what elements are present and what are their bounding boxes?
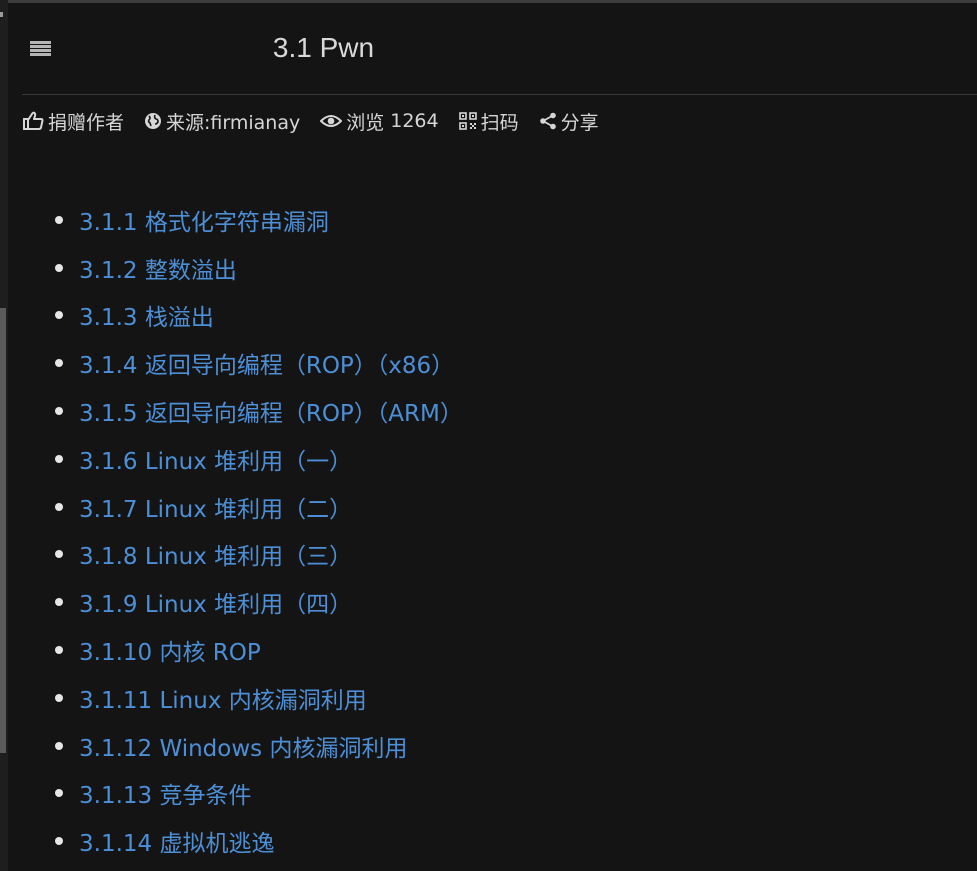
globe-icon [145, 113, 162, 129]
list-item: 3.1.2 整数溢出 [0, 244, 977, 292]
bullet [55, 215, 63, 224]
toc-link[interactable]: 3.1.7 Linux 堆利用（二） [79, 490, 352, 524]
toc-link[interactable]: 3.1.2 整数溢出 [79, 251, 237, 285]
donate-button[interactable]: 捐赠作者 [22, 108, 124, 135]
source-link[interactable]: 来源:firmianay [144, 108, 300, 135]
toc-link[interactable]: 3.1.9 Linux 堆利用（四） [79, 585, 352, 619]
list-item: 3.1.1 格式化字符串漏洞 [0, 196, 977, 244]
list-item: 3.1.6 Linux 堆利用（一） [0, 435, 977, 483]
source-label: 来源:firmianay [166, 111, 301, 134]
list-item: 3.1.4 返回导向编程（ROP）（x86） [0, 339, 977, 387]
qrcode-icon [458, 112, 477, 130]
bullet [55, 646, 63, 655]
bullet [55, 454, 63, 463]
list-item: 3.1.8 Linux 堆利用（三） [0, 531, 977, 579]
toc-link[interactable]: 3.1.6 Linux 堆利用（一） [79, 442, 352, 476]
toc-link[interactable]: 3.1.11 Linux 内核漏洞利用 [79, 681, 367, 715]
list-item: 3.1.12 Windows 内核漏洞利用 [0, 722, 977, 770]
bullet [55, 311, 63, 320]
meta-bar: 捐赠作者 来源:firmianay 浏览 1264 扫码 分享 [22, 106, 619, 136]
qrcode-button[interactable]: 扫码 [458, 108, 519, 135]
bullet [55, 550, 63, 559]
page: 3.1 Pwn 捐赠作者 来源:firmianay 浏览 1264 扫码 分享 … [0, 0, 977, 871]
list-item: 3.1.13 竞争条件 [0, 770, 977, 818]
toc-link[interactable]: 3.1.10 内核 ROP [79, 633, 261, 667]
scrollbar-tick [0, 12, 3, 17]
list-item: 3.1.11 Linux 内核漏洞利用 [0, 674, 977, 722]
list-item: 3.1.5 返回导向编程（ROP）（ARM） [0, 387, 977, 435]
toc-link[interactable]: 3.1.3 栈溢出 [79, 298, 214, 332]
bullet [55, 837, 63, 846]
bullet [55, 359, 63, 368]
share-label: 分享 [560, 111, 599, 134]
bullet [55, 598, 63, 607]
list-item: 3.1.3 栈溢出 [0, 292, 977, 340]
header: 3.1 Pwn [8, 3, 977, 94]
views-counter: 浏览 1264 [320, 108, 439, 135]
list-item: 3.1.10 内核 ROP [0, 626, 977, 674]
list-item: 3.1.7 Linux 堆利用（二） [0, 483, 977, 531]
toc-link[interactable]: 3.1.12 Windows 内核漏洞利用 [79, 729, 407, 763]
bullet [55, 502, 63, 511]
bullet [55, 789, 63, 798]
views-count: 1264 [390, 110, 439, 132]
toc-list: 3.1.1 格式化字符串漏洞 3.1.2 整数溢出 3.1.3 栈溢出 3.1.… [0, 196, 977, 865]
bullet [55, 407, 63, 416]
toc-link[interactable]: 3.1.13 竞争条件 [79, 776, 251, 810]
list-item: 3.1.9 Linux 堆利用（四） [0, 578, 977, 626]
toc-link[interactable]: 3.1.8 Linux 堆利用（三） [79, 537, 352, 571]
thumbs-up-icon [23, 111, 44, 130]
share-button[interactable]: 分享 [539, 108, 599, 135]
bullet [55, 741, 63, 750]
toc-link[interactable]: 3.1.4 返回导向编程（ROP）（x86） [79, 346, 454, 380]
bullet [55, 263, 63, 272]
toc-link[interactable]: 3.1.5 返回导向编程（ROP）（ARM） [79, 394, 463, 428]
bullet [55, 693, 63, 702]
views-label: 浏览 [346, 111, 385, 134]
header-divider [22, 94, 977, 95]
page-title: 3.1 Pwn [272, 32, 375, 63]
donate-label: 捐赠作者 [48, 111, 125, 134]
list-item: 3.1.14 虚拟机逃逸 [0, 817, 977, 865]
toc-link[interactable]: 3.1.14 虚拟机逃逸 [79, 824, 274, 858]
qrcode-label: 扫码 [480, 111, 519, 134]
toc-link[interactable]: 3.1.1 格式化字符串漏洞 [79, 203, 329, 237]
share-icon [539, 112, 556, 130]
eye-icon [320, 115, 343, 127]
